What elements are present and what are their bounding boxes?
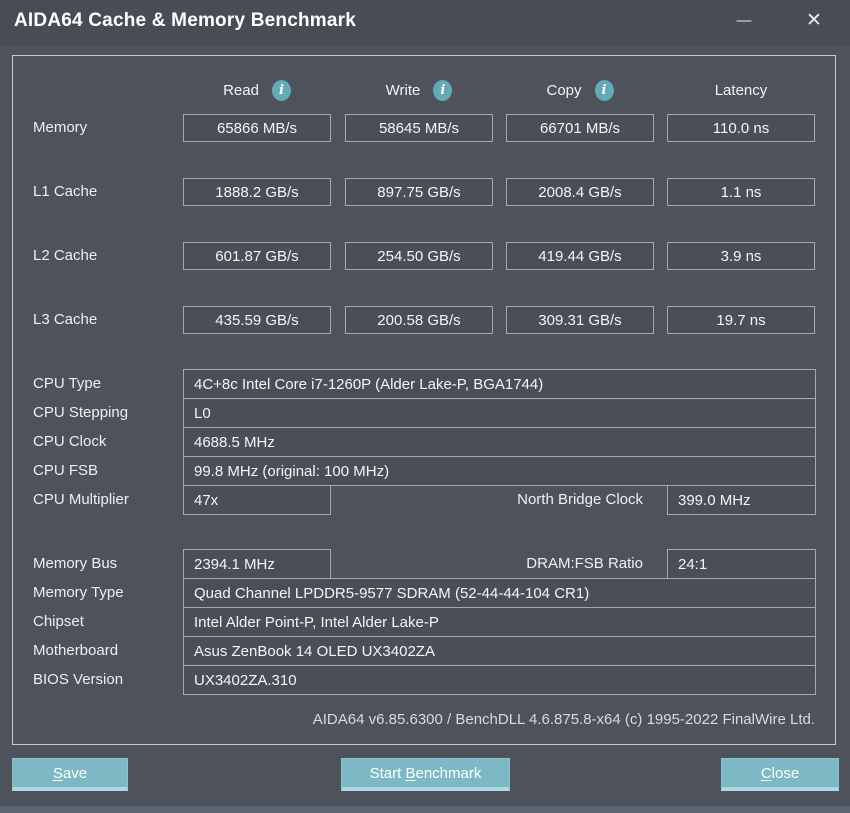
- copy-header-label: Copy: [546, 81, 582, 99]
- cpu-type-value: 4C+8c Intel Core i7-1260P (Alder Lake-P,…: [183, 369, 816, 399]
- l3-copy-value: 309.31 GB/s: [506, 306, 654, 334]
- l1-latency-value: 1.1 ns: [667, 178, 815, 206]
- read-header-label: Read: [223, 81, 259, 99]
- close-icon: ✕: [806, 9, 822, 31]
- titlebar: AIDA64 Cache & Memory Benchmark — ✕: [0, 0, 850, 46]
- l2-read-value: 601.87 GB/s: [183, 242, 331, 270]
- save-label-mnemonic: S: [52, 764, 63, 782]
- save-button[interactable]: Save: [12, 758, 128, 791]
- l1-copy-value: 2008.4 GB/s: [506, 178, 654, 206]
- chipset-value: Intel Alder Point-P, Intel Alder Lake-P: [183, 607, 816, 637]
- l1-read-value: 1888.2 GB/s: [183, 178, 331, 206]
- memory-bus-value: 2394.1 MHz: [183, 549, 331, 579]
- dram-fsb-ratio-value: 24:1: [667, 549, 816, 579]
- bios-version-value: UX3402ZA.310: [183, 665, 816, 695]
- minimize-button[interactable]: —: [726, 4, 762, 36]
- column-header-write: Write i: [345, 76, 493, 104]
- close-label-rest: lose: [771, 764, 800, 782]
- row-label-memory-type: Memory Type: [33, 584, 124, 601]
- row-label-cpu-type: CPU Type: [33, 375, 102, 392]
- start-benchmark-button[interactable]: Start Benchmark: [341, 758, 510, 791]
- bottom-edge-strip: [0, 806, 850, 813]
- row-label-chipset: Chipset: [33, 613, 84, 630]
- copy-info-icon[interactable]: i: [594, 79, 614, 101]
- memory-latency-value: 110.0 ns: [667, 114, 815, 142]
- column-header-latency: Latency: [667, 76, 815, 104]
- l1-write-value: 897.75 GB/s: [345, 178, 493, 206]
- memory-copy-value: 66701 MB/s: [506, 114, 654, 142]
- benchmark-panel: Read i Write i Copy i Latency Memory 658…: [12, 55, 836, 745]
- north-bridge-clock-label: North Bridge Clock: [517, 491, 643, 508]
- start-label-rest: enchmark: [415, 764, 482, 782]
- write-info-icon[interactable]: i: [433, 79, 453, 101]
- row-label-cpu-stepping: CPU Stepping: [33, 404, 129, 421]
- north-bridge-clock-value: 399.0 MHz: [667, 485, 816, 515]
- row-label-cpu-multiplier: CPU Multiplier: [33, 491, 129, 508]
- memory-type-value: Quad Channel LPDDR5-9577 SDRAM (52-44-44…: [183, 578, 816, 608]
- l3-read-value: 435.59 GB/s: [183, 306, 331, 334]
- row-label-memory: Memory: [33, 119, 88, 136]
- row-label-l1-cache: L1 Cache: [33, 183, 98, 200]
- version-footer: AIDA64 v6.85.6300 / BenchDLL 4.6.875.8-x…: [312, 711, 815, 728]
- memory-read-value: 65866 MB/s: [183, 114, 331, 142]
- row-label-bios-version: BIOS Version: [33, 671, 124, 688]
- row-label-memory-bus: Memory Bus: [33, 555, 118, 572]
- column-header-copy: Copy i: [506, 76, 654, 104]
- start-label-mnemonic: B: [405, 764, 416, 782]
- write-header-label: Write: [385, 81, 421, 99]
- latency-header-label: Latency: [714, 81, 768, 99]
- memory-write-value: 58645 MB/s: [345, 114, 493, 142]
- row-label-cpu-clock: CPU Clock: [33, 433, 107, 450]
- start-label-pre: Start: [369, 764, 406, 782]
- aida64-benchmark-window: AIDA64 Cache & Memory Benchmark — ✕ Read…: [0, 0, 850, 813]
- cpu-multiplier-value: 47x: [183, 485, 331, 515]
- cpu-fsb-value: 99.8 MHz (original: 100 MHz): [183, 456, 816, 486]
- close-window-button[interactable]: ✕: [796, 4, 832, 36]
- dram-fsb-ratio-label: DRAM:FSB Ratio: [526, 555, 643, 572]
- l2-copy-value: 419.44 GB/s: [506, 242, 654, 270]
- l2-latency-value: 3.9 ns: [667, 242, 815, 270]
- read-info-icon[interactable]: i: [271, 79, 291, 101]
- l3-latency-value: 19.7 ns: [667, 306, 815, 334]
- cpu-stepping-value: L0: [183, 398, 816, 428]
- l3-write-value: 200.58 GB/s: [345, 306, 493, 334]
- row-label-l3-cache: L3 Cache: [33, 311, 98, 328]
- minimize-icon: —: [736, 11, 752, 29]
- column-header-read: Read i: [183, 76, 331, 104]
- row-label-l2-cache: L2 Cache: [33, 247, 98, 264]
- cpu-clock-value: 4688.5 MHz: [183, 427, 816, 457]
- save-label-rest: ave: [62, 764, 88, 782]
- row-label-motherboard: Motherboard: [33, 642, 119, 659]
- close-button[interactable]: Close: [721, 758, 839, 791]
- l2-write-value: 254.50 GB/s: [345, 242, 493, 270]
- window-title: AIDA64 Cache & Memory Benchmark: [14, 10, 356, 31]
- close-label-mnemonic: C: [760, 764, 772, 782]
- motherboard-value: Asus ZenBook 14 OLED UX3402ZA: [183, 636, 816, 666]
- row-label-cpu-fsb: CPU FSB: [33, 462, 99, 479]
